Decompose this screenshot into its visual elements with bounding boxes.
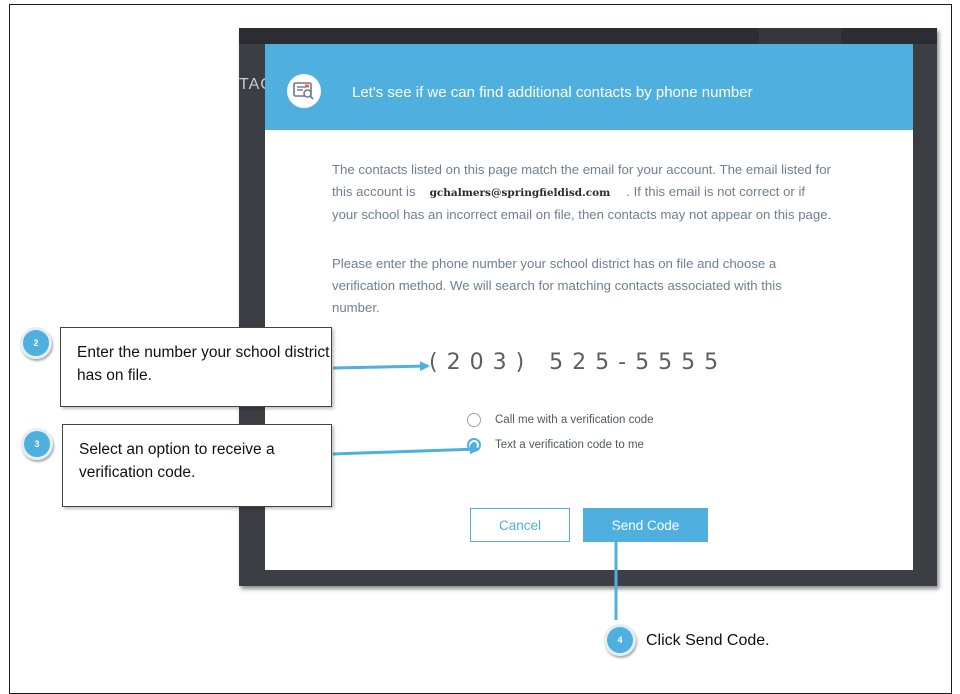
step2-callout: Enter the number your school district ha… xyxy=(60,327,332,407)
step2-badge: 2 xyxy=(20,327,52,359)
arrow-step3 xyxy=(332,444,480,456)
step4-label: Click Send Code. xyxy=(646,632,770,649)
arrow-step2 xyxy=(332,361,430,372)
step4-badge: 4 xyxy=(604,624,636,656)
step3-callout: Select an option to receive a verificati… xyxy=(62,424,332,507)
step3-badge: 3 xyxy=(21,428,53,460)
